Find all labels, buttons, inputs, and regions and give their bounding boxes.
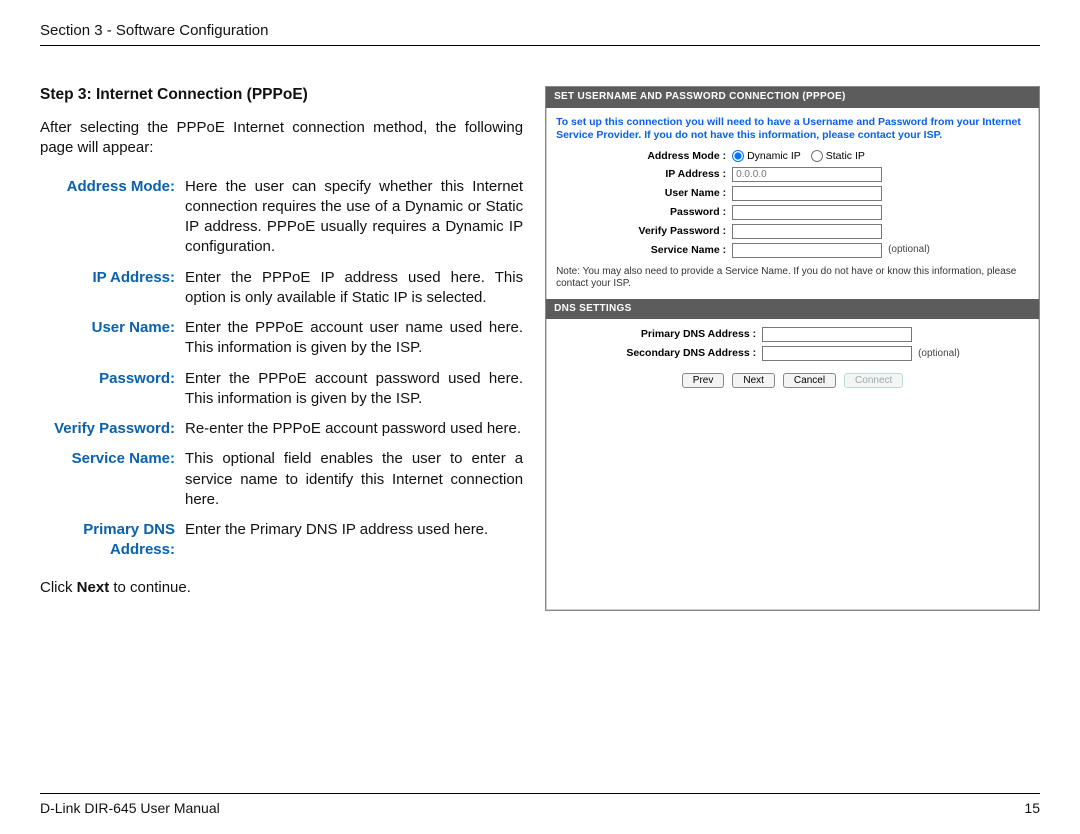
cancel-button[interactable]: Cancel <box>783 373 836 388</box>
label-ip-address: IP Address : <box>556 168 732 181</box>
radio-static-ip-input[interactable] <box>811 150 823 162</box>
intro-text: After selecting the PPPoE Internet conne… <box>40 118 523 159</box>
panel-message: To set up this connection you will need … <box>546 108 1039 148</box>
service-name-input[interactable] <box>732 243 882 258</box>
prev-button[interactable]: Prev <box>682 373 725 388</box>
radio-dynamic-ip-input[interactable] <box>732 150 744 162</box>
label-primary-dns: Primary DNS Address : <box>556 328 762 341</box>
panel-header-dns: DNS SETTINGS <box>546 299 1039 320</box>
user-name-input[interactable] <box>732 186 882 201</box>
panel-header-pppoe: SET USERNAME AND PASSWORD CONNECTION (PP… <box>546 87 1039 108</box>
password-input[interactable] <box>732 205 882 220</box>
label-password: Password : <box>556 206 732 219</box>
def-text: Enter the PPPoE account user name used h… <box>185 318 523 359</box>
primary-dns-input[interactable] <box>762 327 912 342</box>
footer-page-number: 15 <box>1024 800 1040 816</box>
label-secondary-dns: Secondary DNS Address : <box>556 347 762 360</box>
step-title: Step 3: Internet Connection (PPPoE) <box>40 86 523 104</box>
router-ui-screenshot: SET USERNAME AND PASSWORD CONNECTION (PP… <box>545 86 1040 611</box>
def-text: Re-enter the PPPoE account password used… <box>185 419 523 439</box>
next-button[interactable]: Next <box>732 373 775 388</box>
def-text: Enter the PPPoE account password used he… <box>185 369 523 410</box>
label-verify-password: Verify Password : <box>556 225 732 238</box>
label-user-name: User Name : <box>556 187 732 200</box>
footer-manual-title: D-Link DIR-645 User Manual <box>40 800 220 816</box>
secondary-dns-input[interactable] <box>762 346 912 361</box>
ip-address-input[interactable] <box>732 167 882 182</box>
definition-list: Address Mode: Here the user can specify … <box>40 177 523 561</box>
radio-static-ip[interactable]: Static IP <box>811 150 865 163</box>
section-header: Section 3 - Software Configuration <box>40 22 1040 46</box>
label-service-name: Service Name : <box>556 244 732 257</box>
def-label: IP Address: <box>40 268 175 309</box>
def-label: Password: <box>40 369 175 410</box>
connect-button[interactable]: Connect <box>844 373 903 388</box>
service-name-note: Note: You may also need to provide a Ser… <box>546 260 1039 299</box>
def-text: Enter the PPPoE IP address used here. Th… <box>185 268 523 309</box>
verify-password-input[interactable] <box>732 224 882 239</box>
outro-text: Click Next to continue. <box>40 579 523 596</box>
def-label: User Name: <box>40 318 175 359</box>
label-address-mode: Address Mode : <box>556 150 732 163</box>
optional-hint: (optional) <box>888 244 930 257</box>
def-label: Verify Password: <box>40 419 175 439</box>
optional-hint: (optional) <box>918 348 960 361</box>
def-text: This optional field enables the user to … <box>185 449 523 510</box>
def-text: Enter the Primary DNS IP address used he… <box>185 520 523 561</box>
def-label: Address Mode: <box>40 177 175 258</box>
def-text: Here the user can specify whether this I… <box>185 177 523 258</box>
radio-dynamic-ip[interactable]: Dynamic IP <box>732 150 801 163</box>
doc-left-column: Step 3: Internet Connection (PPPoE) Afte… <box>40 86 523 611</box>
def-label: Service Name: <box>40 449 175 510</box>
def-label: Primary DNS Address: <box>40 520 175 561</box>
